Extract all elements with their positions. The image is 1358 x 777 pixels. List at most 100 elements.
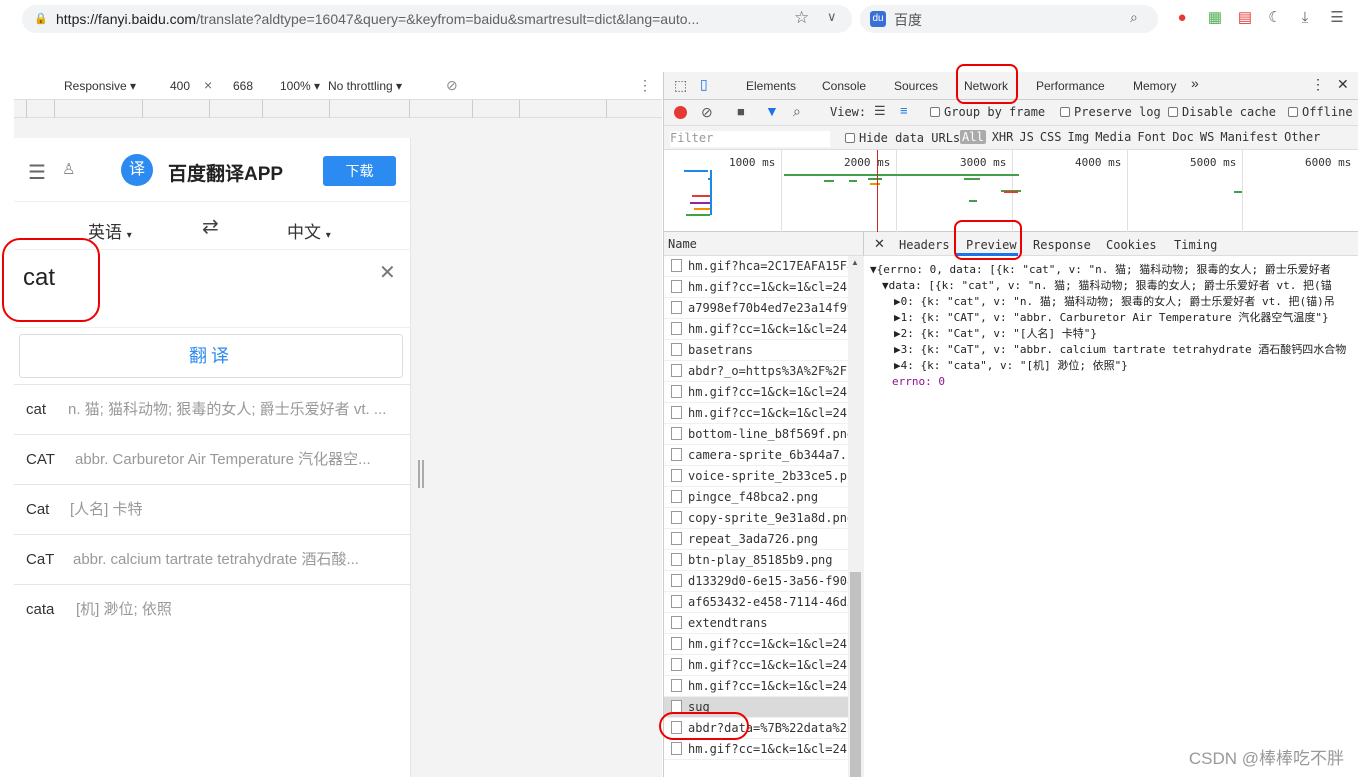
json-tree-line[interactable]: ▼{errno: 0, data: [{k: "cat", v: "n. 猫; … bbox=[870, 262, 1331, 278]
bookmark-star-icon[interactable]: ☆ bbox=[794, 8, 809, 28]
suggestion-item[interactable]: CaT abbr. calcium tartrate tetrahydrate 酒… bbox=[14, 534, 411, 584]
moon-icon[interactable]: ☾ bbox=[1265, 8, 1285, 28]
type-filter-ws[interactable]: WS bbox=[1200, 130, 1214, 144]
json-tree-line[interactable]: ▶4: {k: "cata", v: "[机] 渺位; 依照"} bbox=[894, 358, 1128, 374]
request-row[interactable]: copy-sprite_9e31a8d.png bbox=[664, 508, 848, 529]
tab-timing[interactable]: Timing bbox=[1174, 238, 1217, 252]
type-filter-js[interactable]: JS bbox=[1019, 130, 1033, 144]
close-detail-icon[interactable]: ✕ bbox=[874, 236, 885, 252]
record-icon[interactable] bbox=[674, 106, 687, 119]
swap-icon[interactable]: ⇄ bbox=[202, 214, 219, 239]
scrollbar-thumb[interactable] bbox=[850, 572, 861, 777]
zoom-select[interactable]: 100% ▾ bbox=[280, 79, 320, 93]
tab-elements[interactable]: Elements bbox=[746, 79, 796, 93]
clear-log-icon[interactable]: ⊘ bbox=[701, 104, 713, 121]
more-options-icon[interactable]: ⋮ bbox=[638, 77, 652, 94]
lock-icon[interactable]: 🔒 bbox=[34, 12, 48, 25]
type-filter-other[interactable]: Other bbox=[1284, 130, 1320, 144]
type-filter-img[interactable]: Img bbox=[1068, 130, 1090, 144]
request-row[interactable]: repeat_3ada726.png bbox=[664, 529, 848, 550]
large-rows-icon[interactable]: ☰ bbox=[874, 103, 886, 119]
tab-cookies[interactable]: Cookies bbox=[1106, 238, 1157, 252]
search-icon[interactable]: ⌕ bbox=[1130, 9, 1138, 26]
suggestion-item[interactable]: Cat [人名] 卡特 bbox=[14, 484, 411, 534]
source-language[interactable]: 英语 ▾ bbox=[88, 218, 132, 243]
rotate-icon[interactable]: ⊘ bbox=[446, 77, 458, 94]
json-tree-line[interactable]: ▶3: {k: "CaT", v: "abbr. calcium tartrat… bbox=[894, 342, 1346, 358]
waterfall-icon[interactable]: ≡ bbox=[900, 103, 908, 118]
chevron-down-icon[interactable]: ∨ bbox=[827, 9, 837, 25]
height-input[interactable]: 668 bbox=[233, 79, 253, 93]
request-row[interactable]: hm.gif?cc=1&ck=1&cl=24-b bbox=[664, 676, 848, 697]
menu-icon[interactable]: ☰ bbox=[1327, 8, 1347, 28]
offline-toggle[interactable]: Offline bbox=[1288, 105, 1353, 119]
hide-data-urls[interactable]: Hide data URLs bbox=[845, 131, 960, 145]
user-icon[interactable]: ♙ bbox=[62, 160, 75, 178]
type-filter-manifest[interactable]: Manifest bbox=[1220, 130, 1278, 144]
request-row[interactable]: camera-sprite_6b344a7.png bbox=[664, 445, 848, 466]
group-by-frame[interactable]: Group by frame bbox=[930, 105, 1045, 119]
throttle-select[interactable]: No throttling ▾ bbox=[328, 79, 402, 93]
request-row[interactable]: hm.gif?cc=1&ck=1&cl=24-b bbox=[664, 403, 848, 424]
name-column-header[interactable]: Name bbox=[664, 232, 864, 256]
search-box[interactable]: du 百度 ⌕ bbox=[860, 5, 1158, 33]
request-row[interactable]: extendtrans bbox=[664, 613, 848, 634]
request-row[interactable]: hm.gif?cc=1&ck=1&cl=24-b bbox=[664, 655, 848, 676]
download-icon[interactable]: ⤓ bbox=[1295, 8, 1315, 28]
tab-headers[interactable]: Headers bbox=[899, 238, 950, 252]
json-tree-line[interactable]: ▶1: {k: "CAT", v: "abbr. Carburetor Air … bbox=[894, 310, 1329, 326]
target-language[interactable]: 中文 ▾ bbox=[287, 218, 331, 243]
resize-handle[interactable] bbox=[418, 460, 424, 488]
tab-performance[interactable]: Performance bbox=[1036, 79, 1105, 93]
suggestion-item[interactable]: CAT abbr. Carburetor Air Temperature 汽化器空… bbox=[14, 434, 411, 484]
devtools-menu-icon[interactable]: ⋮ bbox=[1311, 76, 1325, 93]
json-tree-line[interactable]: ▶2: {k: "Cat", v: "[人名] 卡特"} bbox=[894, 326, 1097, 342]
address-bar[interactable]: 🔒 https://fanyi.baidu.com/translate?aldt… bbox=[22, 5, 852, 33]
width-input[interactable]: 400 bbox=[170, 79, 190, 93]
preserve-log[interactable]: Preserve log bbox=[1060, 105, 1161, 119]
type-filter-css[interactable]: CSS bbox=[1040, 130, 1062, 144]
tab-memory[interactable]: Memory bbox=[1133, 79, 1176, 93]
type-filter-xhr[interactable]: XHR bbox=[992, 130, 1014, 144]
camera-icon[interactable]: ■ bbox=[737, 104, 745, 119]
url-text[interactable]: https://fanyi.baidu.com/translate?aldtyp… bbox=[56, 11, 776, 27]
search-icon[interactable]: ⌕ bbox=[793, 103, 801, 120]
more-tabs-icon[interactable]: » bbox=[1191, 75, 1199, 91]
tab-console[interactable]: Console bbox=[822, 79, 866, 93]
translate-button[interactable]: 翻译 bbox=[19, 334, 403, 378]
device-toggle-icon[interactable]: ▯ bbox=[700, 76, 708, 93]
close-devtools-icon[interactable]: ✕ bbox=[1337, 76, 1349, 93]
pdf-icon[interactable]: ▤ bbox=[1235, 8, 1255, 28]
type-filter-all[interactable]: All bbox=[960, 130, 986, 144]
tab-response[interactable]: Response bbox=[1033, 238, 1091, 252]
suggestion-item[interactable]: cat n. 猫; 猫科动物; 狠毒的女人; 爵士乐爱好者 vt. ... bbox=[14, 384, 411, 434]
request-row[interactable]: pingce_f48bca2.png bbox=[664, 487, 848, 508]
inspect-icon[interactable]: ⬚ bbox=[674, 77, 687, 94]
request-row[interactable]: hm.gif?hca=2C17EAFA15F8E bbox=[664, 256, 848, 277]
type-filter-media[interactable]: Media bbox=[1095, 130, 1131, 144]
game-icon[interactable]: ● bbox=[1172, 8, 1192, 28]
request-row[interactable]: hm.gif?cc=1&ck=1&cl=24-b bbox=[664, 382, 848, 403]
device-mode-select[interactable]: Responsive ▾ bbox=[64, 79, 136, 93]
download-button[interactable]: 下载 bbox=[323, 156, 396, 186]
clear-icon[interactable]: ✕ bbox=[379, 260, 396, 285]
json-tree-line[interactable]: errno: 0 bbox=[892, 374, 945, 390]
request-row[interactable]: a7998ef70b4ed7e23a14f99b bbox=[664, 298, 848, 319]
request-row[interactable]: hm.gif?cc=1&ck=1&cl=24-b bbox=[664, 277, 848, 298]
request-row[interactable]: basetrans bbox=[664, 340, 848, 361]
filter-input[interactable]: Filter bbox=[670, 131, 830, 147]
type-filter-doc[interactable]: Doc bbox=[1172, 130, 1194, 144]
apps-icon[interactable]: ▦ bbox=[1205, 8, 1225, 28]
request-row[interactable]: bottom-line_b8f569f.png bbox=[664, 424, 848, 445]
request-row[interactable]: hm.gif?cc=1&ck=1&cl=24-b bbox=[664, 634, 848, 655]
request-row[interactable]: abdr?_o=https%3A%2F%2Ffa bbox=[664, 361, 848, 382]
request-row[interactable]: btn-play_85185b9.png bbox=[664, 550, 848, 571]
request-row[interactable]: af653432-e458-7114-46d5- bbox=[664, 592, 848, 613]
request-row[interactable]: voice-sprite_2b33ce5.png bbox=[664, 466, 848, 487]
json-tree-line[interactable]: ▼data: [{k: "cat", v: "n. 猫; 猫科动物; 狠毒的女人… bbox=[882, 278, 1332, 294]
request-row[interactable]: hm.gif?cc=1&ck=1&cl=24-b bbox=[664, 319, 848, 340]
type-filter-font[interactable]: Font bbox=[1137, 130, 1166, 144]
filter-icon[interactable]: ▼ bbox=[765, 103, 779, 119]
request-row[interactable]: d13329d0-6e15-3a56-f908- bbox=[664, 571, 848, 592]
tab-sources[interactable]: Sources bbox=[894, 79, 938, 93]
